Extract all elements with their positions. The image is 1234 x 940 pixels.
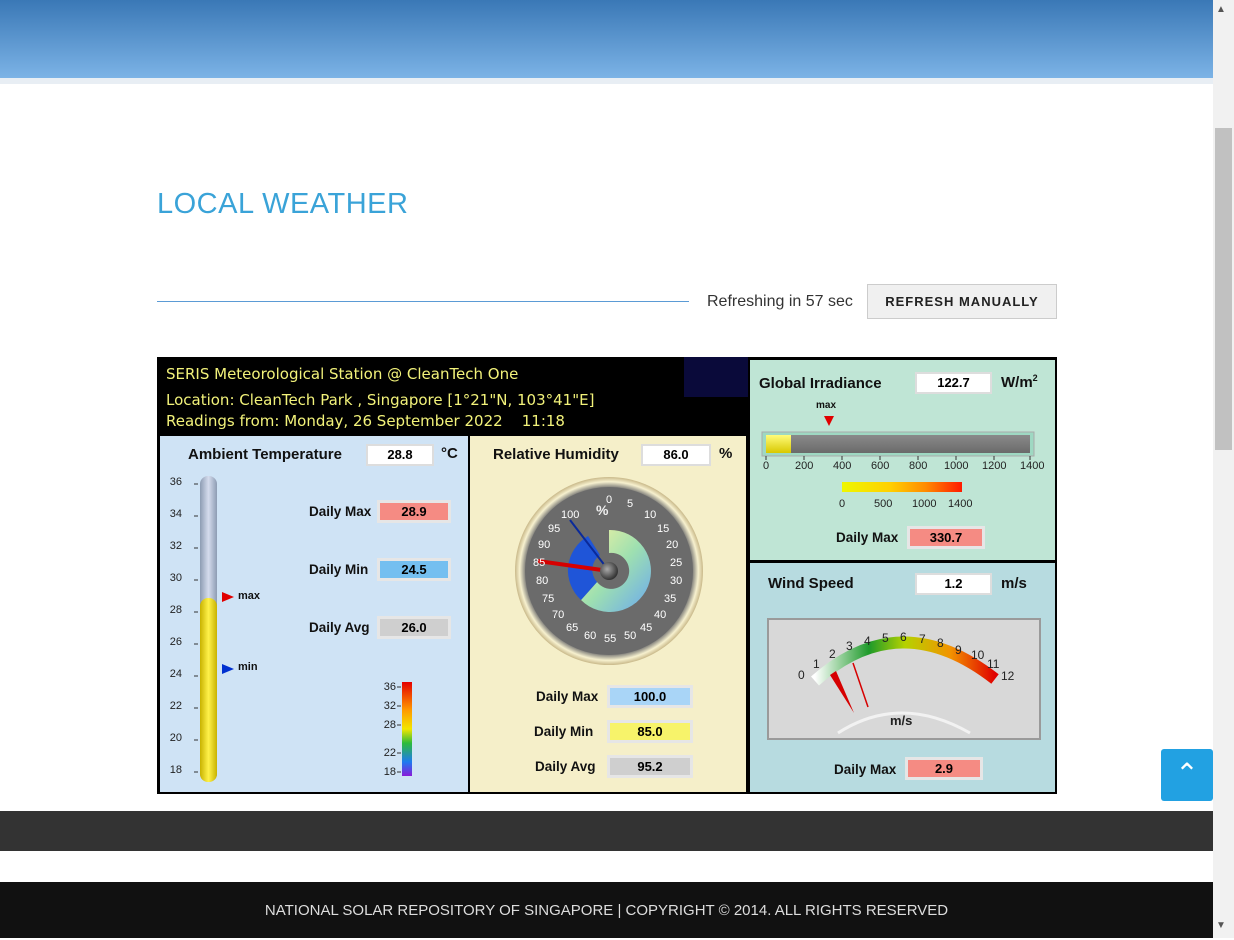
dial-tick: 40 (654, 609, 667, 621)
color-scale-tick: 28 (383, 719, 396, 731)
wind-tick: 0 (798, 668, 805, 682)
header-dark-block (684, 357, 748, 397)
divider-line (157, 301, 689, 302)
wind-tick: 12 (1001, 669, 1015, 683)
irr-tick: 800 (909, 460, 928, 472)
station-readings-time: Readings from: Monday, 26 September 2022… (166, 412, 565, 430)
wind-tick: 8 (937, 636, 944, 650)
temp-daily-max-value: 28.9 (377, 500, 451, 523)
wind-daily-max-value: 2.9 (905, 757, 983, 780)
dial-tick: 80 (536, 575, 549, 587)
temp-daily-avg-label: Daily Avg (309, 620, 370, 635)
temp-daily-max-label: Daily Max (309, 504, 372, 519)
dial-tick: 70 (552, 609, 565, 621)
page-title: LOCAL WEATHER (157, 188, 409, 220)
color-scale-tick: 18 (383, 766, 396, 778)
dial-tick: 45 (640, 622, 653, 634)
irr-color-tick: 1400 (948, 498, 973, 510)
scroll-down-arrow-icon[interactable]: ▼ (1216, 920, 1226, 931)
irr-color-tick: 1000 (912, 498, 937, 510)
dial-tick: 25 (670, 557, 683, 569)
irradiance-panel: Global Irradiance 122.7 W/m2 max 0 200 4… (750, 360, 1055, 560)
station-location: Location: CleanTech Park , Singapore [1°… (166, 391, 595, 409)
dial-tick: 35 (664, 593, 677, 605)
wind-tick: 2 (829, 647, 836, 661)
irr-tick: 1000 (944, 460, 969, 472)
wind-panel: Wind Speed 1.2 m/s 0 1 2 3 4 5 6 7 8 9 1… (750, 563, 1055, 792)
dial-tick: 55 (604, 633, 617, 645)
dial-tick: 65 (566, 622, 579, 634)
footer-top-band (0, 811, 1213, 851)
wind-daily-max-label: Daily Max (834, 762, 897, 777)
dial-tick: 15 (657, 523, 670, 535)
humidity-dial-labels: % 0 5 10 15 20 25 30 35 40 45 50 55 60 6… (470, 436, 746, 686)
irr-tick: 600 (871, 460, 890, 472)
dial-tick: 95 (548, 523, 561, 535)
dial-tick: 10 (644, 509, 657, 521)
humidity-daily-min-label: Daily Min (534, 724, 594, 739)
color-scale-tick: 36 (383, 681, 396, 693)
color-scale-tick: 22 (383, 747, 396, 759)
dial-tick: 60 (584, 630, 597, 642)
wind-tick: 6 (900, 630, 907, 644)
irr-tick: 1400 (1020, 460, 1045, 472)
thermometer-graphic (194, 476, 412, 782)
color-scale-tick: 32 (383, 700, 396, 712)
footer-copyright: NATIONAL SOLAR REPOSITORY OF SINGAPORE |… (0, 882, 1213, 938)
temp-daily-avg-value: 26.0 (377, 616, 451, 639)
temp-min-marker-label: min (238, 661, 258, 673)
dial-tick: 85 (533, 557, 546, 569)
dial-tick: 75 (542, 593, 555, 605)
scroll-up-arrow-icon[interactable]: ▲ (1216, 4, 1226, 15)
header-banner (0, 0, 1213, 78)
dial-tick: 100 (561, 509, 580, 521)
station-name: SERIS Meteorological Station @ CleanTech… (166, 365, 519, 383)
wind-tick: 11 (987, 657, 1000, 671)
irr-color-tick: 0 (839, 498, 846, 510)
irr-tick: 200 (795, 460, 814, 472)
humidity-daily-min-value: 85.0 (607, 720, 693, 743)
back-to-top-button[interactable]: ⌃ (1161, 749, 1213, 801)
wind-tick: 1 (813, 657, 820, 671)
dial-tick: 0 (606, 494, 613, 506)
wind-tick: 3 (846, 639, 853, 653)
humidity-panel: Relative Humidity 86.0 % % 0 5 10 15 20 … (470, 436, 746, 792)
dial-tick: 5 (627, 498, 634, 510)
scrollbar-thumb[interactable] (1215, 128, 1232, 450)
temp-daily-min-value: 24.5 (377, 558, 451, 581)
wind-tick: 9 (955, 643, 962, 657)
wind-tick: 10 (971, 648, 985, 662)
irradiance-daily-max-label: Daily Max (836, 530, 899, 545)
refresh-countdown: Refreshing in 57 sec (707, 293, 853, 310)
humidity-daily-avg-label: Daily Avg (535, 759, 596, 774)
refresh-manually-button[interactable]: REFRESH MANUALLY (867, 284, 1057, 319)
station-header: SERIS Meteorological Station @ CleanTech… (157, 357, 748, 436)
irr-color-tick: 500 (874, 498, 893, 510)
wind-tick: 4 (864, 634, 871, 648)
irr-tick: 1200 (982, 460, 1007, 472)
humidity-daily-max-value: 100.0 (607, 685, 693, 708)
irradiance-daily-max-value: 330.7 (907, 526, 985, 549)
header-divider (0, 78, 1213, 84)
temperature-panel: Ambient Temperature 28.8 °C 36 34 32 30 … (160, 436, 468, 792)
weather-dashboard: SERIS Meteorological Station @ CleanTech… (157, 357, 1057, 794)
dial-tick: 50 (624, 630, 637, 642)
temp-max-marker-label: max (238, 590, 261, 602)
chevron-up-icon: ⌃ (1175, 758, 1199, 789)
wind-tick: 5 (882, 631, 889, 645)
humidity-daily-max-label: Daily Max (536, 689, 599, 704)
irr-tick: 400 (833, 460, 852, 472)
dial-tick: 20 (666, 539, 679, 551)
irr-tick: 0 (763, 460, 770, 472)
wind-tick: 7 (919, 632, 926, 646)
dial-tick: 30 (670, 575, 683, 587)
humidity-daily-avg-value: 95.2 (607, 755, 693, 778)
dial-tick: 90 (538, 539, 551, 551)
temp-daily-min-label: Daily Min (309, 562, 369, 577)
wind-dial-unit: m/s (890, 713, 913, 728)
